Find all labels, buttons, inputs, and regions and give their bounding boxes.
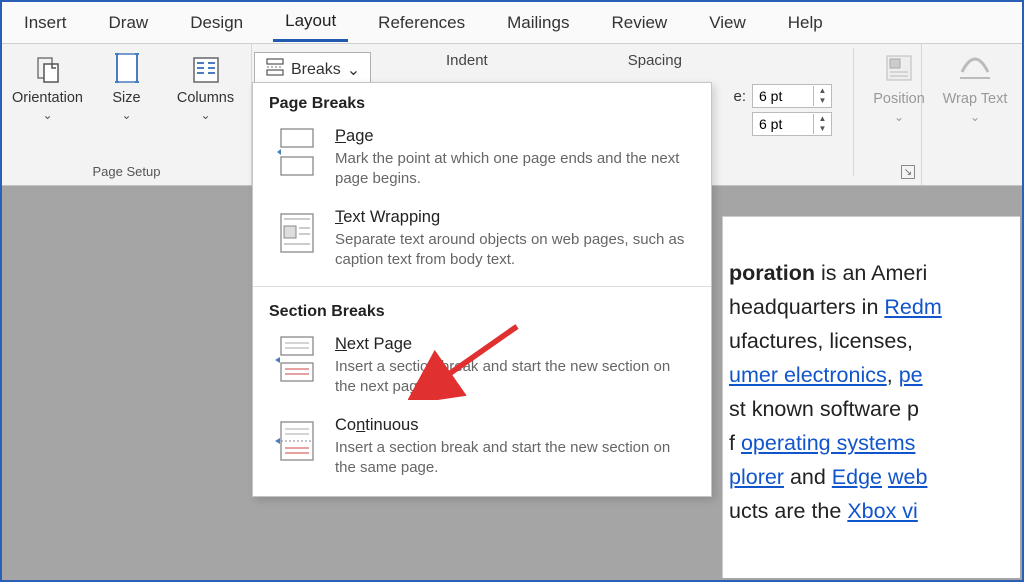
size-label: Size [112, 90, 140, 106]
wrap-text-icon [958, 52, 992, 88]
section-breaks-header: Section Breaks [253, 291, 711, 329]
link-operating-systems[interactable]: operating systems [741, 431, 915, 455]
spacing-before-input[interactable]: 6 pt ▲▼ [752, 84, 832, 108]
columns-icon [190, 52, 222, 88]
breaks-icon [265, 58, 285, 81]
chevron-down-icon: ⌄ [42, 108, 52, 122]
menu-item-next-page[interactable]: Next Page Insert a section break and sta… [253, 329, 711, 410]
link-web[interactable]: web [888, 465, 927, 489]
tab-help[interactable]: Help [776, 5, 835, 41]
menu-item-desc: Mark the point at which one page ends an… [335, 149, 695, 190]
ribbon: Orientation ⌄ Size ⌄ [2, 44, 1022, 186]
link-redmond[interactable]: Redm [884, 295, 941, 319]
link-xbox[interactable]: Xbox vi [847, 499, 918, 523]
doc-line: poration is an Ameri [729, 257, 1020, 291]
menu-item-title: Text Wrapping [335, 208, 695, 227]
doc-line: headquarters in Redm [729, 291, 1020, 325]
document-page[interactable]: poration is an Ameri headquarters in Red… [722, 216, 1020, 578]
orientation-icon [32, 52, 64, 88]
spacing-before-value: 6 pt [753, 88, 813, 104]
tab-draw[interactable]: Draw [97, 5, 161, 41]
menu-item-title: Next Page [335, 335, 695, 354]
link-consumer-electronics[interactable]: umer electronics [729, 363, 887, 387]
position-button: Position ⌄ [864, 52, 934, 124]
chevron-down-icon: ⌄ [200, 108, 210, 122]
tab-insert[interactable]: Insert [12, 5, 79, 41]
ribbon-tabs: Insert Draw Design Layout References Mai… [2, 2, 1022, 44]
breaks-area: Breaks ⌄ Page Breaks Page Mark the point… [252, 44, 371, 87]
breaks-label: Breaks [291, 61, 341, 79]
next-page-icon [275, 335, 319, 385]
doc-line: st known software p [729, 393, 1020, 427]
link-explorer[interactable]: plorer [729, 465, 784, 489]
spacing-before-label: e: [733, 88, 746, 105]
spin-up-icon[interactable]: ▲ [814, 86, 831, 96]
doc-line: plorer and Edge web [729, 461, 1020, 495]
size-button[interactable]: Size ⌄ [89, 52, 164, 122]
tab-view[interactable]: View [697, 5, 758, 41]
page-break-icon [275, 127, 319, 177]
position-icon [883, 52, 915, 88]
tab-references[interactable]: References [366, 5, 477, 41]
doc-line: ufactures, licenses, [729, 325, 1020, 359]
spacing-after-value: 6 pt [753, 116, 813, 132]
indent-label: Indent [446, 52, 488, 69]
menu-item-desc: Insert a section break and start the new… [335, 438, 695, 479]
group-page-setup-label: Page Setup [10, 160, 243, 185]
position-label: Position [873, 91, 925, 107]
tab-mailings[interactable]: Mailings [495, 5, 581, 41]
size-icon [111, 52, 143, 88]
menu-item-title: Continuous [335, 416, 695, 435]
columns-label: Columns [177, 90, 234, 106]
breaks-dropdown: Page Breaks Page Mark the point at which… [252, 82, 712, 497]
orientation-button[interactable]: Orientation ⌄ [10, 52, 85, 122]
menu-item-page-break[interactable]: Page Mark the point at which one page en… [253, 121, 711, 202]
wrap-text-button: Wrap Text ⌄ [940, 52, 1010, 124]
chevron-down-icon: ⌄ [894, 110, 904, 124]
columns-button[interactable]: Columns ⌄ [168, 52, 243, 122]
doc-line: f operating systems [729, 427, 1020, 461]
tab-review[interactable]: Review [599, 5, 679, 41]
spacing-label: Spacing [628, 52, 682, 69]
spacing-after-input[interactable]: 6 pt ▲▼ [752, 112, 832, 136]
menu-item-desc: Insert a section break and start the new… [335, 357, 695, 398]
orientation-label: Orientation [12, 90, 83, 106]
paragraph-subheader: Indent Spacing [442, 44, 921, 75]
text-wrapping-icon [275, 208, 319, 258]
continuous-icon [275, 416, 319, 466]
spin-up-icon[interactable]: ▲ [814, 114, 831, 124]
menu-item-desc: Separate text around objects on web page… [335, 230, 695, 271]
wrap-text-label: Wrap Text [943, 91, 1008, 107]
menu-item-title: Page [335, 127, 695, 146]
doc-line: umer electronics, pe [729, 359, 1020, 393]
doc-line: ucts are the Xbox vi [729, 495, 1020, 529]
menu-item-continuous[interactable]: Continuous Insert a section break and st… [253, 410, 711, 491]
spin-down-icon[interactable]: ▼ [814, 96, 831, 106]
page-breaks-header: Page Breaks [253, 83, 711, 121]
link-edge[interactable]: Edge [832, 465, 882, 489]
spin-down-icon[interactable]: ▼ [814, 124, 831, 134]
chevron-down-icon: ⌄ [121, 108, 131, 122]
group-page-setup: Orientation ⌄ Size ⌄ [2, 44, 252, 185]
link-pe[interactable]: pe [899, 363, 923, 387]
tab-design[interactable]: Design [178, 5, 255, 41]
tab-layout[interactable]: Layout [273, 3, 348, 42]
chevron-down-icon: ⌄ [970, 110, 980, 124]
menu-item-text-wrapping[interactable]: Text Wrapping Separate text around objec… [253, 202, 711, 283]
chevron-down-icon: ⌄ [347, 60, 360, 80]
group-arrange: Position ⌄ Wrap Text ⌄ [853, 48, 1014, 176]
